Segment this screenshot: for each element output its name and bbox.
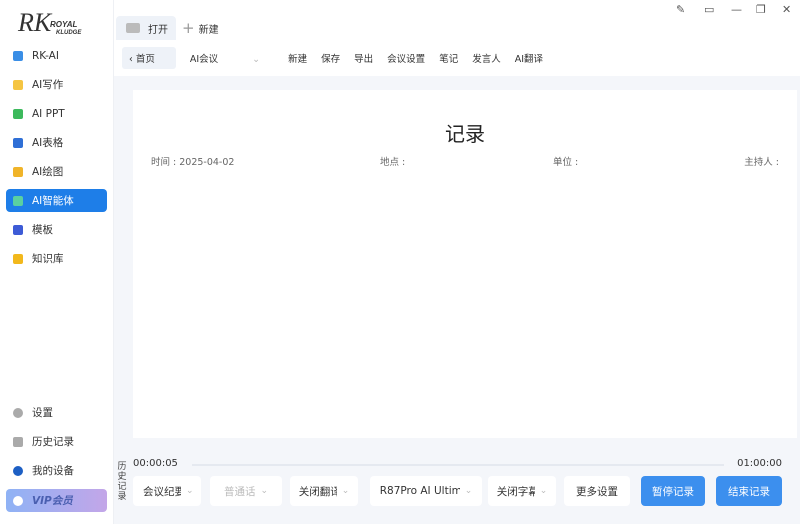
- sidebar-item-label: 设置: [32, 407, 53, 419]
- sidebar-item-3[interactable]: AI表格: [6, 131, 107, 154]
- gear-icon: [13, 407, 23, 418]
- more-settings-button[interactable]: 更多设置: [564, 476, 630, 506]
- titlebar: 打开 + 新建 ✎ ▭ — ❐ ✕: [114, 0, 800, 40]
- current-time: 00:00:05: [133, 458, 178, 469]
- plus-icon: +: [182, 19, 195, 37]
- doc-host: 主持人 :: [744, 157, 779, 168]
- toolbar-item[interactable]: 保存: [321, 54, 340, 65]
- sidebar-item-label: AI表格: [32, 137, 64, 149]
- device-select[interactable]: R87Pro AI Ultimate ⌄: [370, 476, 482, 506]
- folder-icon: [126, 23, 140, 33]
- sidebar-item-devices[interactable]: 我的设备: [6, 459, 107, 482]
- toolbar-item[interactable]: 导出: [354, 54, 373, 65]
- chevron-down-icon: ⌄: [252, 54, 261, 65]
- sidebar-item-5[interactable]: AI智能体: [6, 189, 107, 212]
- sidebar-item-label: AI写作: [32, 79, 64, 91]
- doc-place: 地点 :: [380, 157, 406, 168]
- home-label: 首页: [135, 54, 155, 65]
- toolbar-item[interactable]: 会议设置: [387, 54, 425, 65]
- vip-label: VIP会员: [32, 495, 73, 507]
- history-icon: [13, 436, 23, 447]
- sidebar-item-label: 我的设备: [32, 465, 74, 477]
- doc-title: 记录: [445, 122, 485, 146]
- sidebar-item-label: RK-AI: [32, 49, 59, 62]
- select-label: 会议纪要: [143, 485, 181, 498]
- sidebar: RK ROYAL KLUDGE RK-AI AI写作 AI PPT AI表格 AI绘图 A…: [0, 0, 114, 524]
- meeting-select[interactable]: AI会议 ⌄: [190, 51, 274, 65]
- logo-line1: ROYAL: [50, 20, 78, 29]
- logo-main: RK: [18, 8, 52, 37]
- app-icon: [13, 224, 23, 235]
- main: 打开 + 新建 ✎ ▭ — ❐ ✕ ‹ 首页 AI会议 ⌄ 新建 保存 导出 会议设置 笔记…: [114, 0, 800, 524]
- document[interactable]: 记录 时间 : 2025-04-02 地点 : 单位 : 主持人 :: [133, 90, 797, 438]
- subtitle-select[interactable]: 关闭字幕 ⌄: [488, 476, 556, 506]
- chevron-down-icon: ⌄: [260, 486, 269, 496]
- sidebar-item-label: 模板: [32, 224, 53, 236]
- home-button[interactable]: ‹ 首页: [122, 47, 176, 69]
- end-record-button[interactable]: 结束记录: [716, 476, 782, 506]
- app-icon: [13, 50, 23, 61]
- toolbar-item[interactable]: 笔记: [439, 54, 458, 65]
- sidebar-item-4[interactable]: AI绘图: [6, 160, 107, 183]
- chevron-down-icon: ⌄: [539, 486, 548, 496]
- sidebar-item-1[interactable]: AI写作: [6, 73, 107, 96]
- minimize-icon[interactable]: —: [731, 3, 742, 16]
- tab-open[interactable]: 打开: [116, 16, 176, 40]
- app-icon: [13, 166, 23, 177]
- app-icon: [13, 79, 23, 90]
- select-label: R87Pro AI Ultimate: [379, 485, 460, 497]
- app-icon: [13, 137, 23, 148]
- sidebar-item-label: 历史记录: [32, 436, 74, 448]
- logo: RK ROYAL KLUDGE: [18, 8, 98, 42]
- app-icon: [13, 253, 23, 264]
- device-icon: [13, 465, 23, 476]
- sidebar-item-label: AI PPT: [32, 107, 65, 120]
- chevron-down-icon: ⌄: [341, 486, 350, 496]
- close-icon[interactable]: ✕: [782, 3, 791, 16]
- summary-select[interactable]: 会议纪要 ⌄: [133, 476, 201, 506]
- history-toggle[interactable]: 历史记录: [116, 462, 128, 502]
- toolbar: ‹ 首页 AI会议 ⌄ 新建 保存 导出 会议设置 笔记 发言人 AI翻译: [114, 40, 800, 76]
- translate-select[interactable]: 关闭翻译 ⌄: [290, 476, 358, 506]
- sidebar-item-2[interactable]: AI PPT: [6, 102, 107, 125]
- language-select[interactable]: 普通话 ⌄: [210, 476, 282, 506]
- meeting-label: AI会议: [189, 54, 219, 65]
- logo-line2: KLUDGE: [56, 30, 82, 36]
- sidebar-item-0[interactable]: RK-AI: [6, 44, 107, 67]
- user-icon: [13, 495, 23, 506]
- select-label: 普通话: [223, 485, 256, 498]
- sidebar-item-history[interactable]: 历史记录: [6, 430, 107, 453]
- doc-unit: 单位 :: [553, 157, 579, 168]
- toolbar-item[interactable]: AI翻译: [515, 54, 543, 65]
- control-bar: 历史记录 00:00:05 01:00:00 会议纪要 ⌄ 普通话 ⌄ 关闭翻译 ⌄ …: [114, 450, 800, 524]
- select-label: 关闭字幕: [496, 485, 535, 498]
- chevron-down-icon: ⌄: [464, 486, 473, 496]
- app-icon: [13, 195, 23, 206]
- edit-icon[interactable]: ✎: [676, 3, 685, 16]
- tab-label: 打开: [148, 24, 168, 36]
- chevron-down-icon: ⌄: [186, 486, 194, 496]
- total-time: 01:00:00: [737, 458, 782, 469]
- tab-new[interactable]: + 新建: [182, 16, 219, 40]
- select-label: 关闭翻译: [298, 485, 337, 498]
- vip-button[interactable]: VIP会员: [6, 489, 107, 512]
- pause-record-button[interactable]: 暂停记录: [641, 476, 705, 506]
- feedback-icon[interactable]: ▭: [704, 3, 714, 16]
- sidebar-item-label: AI智能体: [32, 195, 74, 207]
- sidebar-item-6[interactable]: 模板: [6, 218, 107, 241]
- sidebar-item-settings[interactable]: 设置: [6, 401, 107, 424]
- sidebar-item-7[interactable]: 知识库: [6, 247, 107, 270]
- restore-icon[interactable]: ❐: [756, 3, 766, 16]
- doc-time: 时间 : 2025-04-02: [151, 157, 235, 168]
- sidebar-item-label: 知识库: [32, 253, 64, 265]
- app-icon: [13, 108, 23, 119]
- toolbar-item[interactable]: 新建: [288, 54, 307, 65]
- sidebar-item-label: AI绘图: [32, 166, 64, 178]
- tab-label: 新建: [198, 24, 219, 36]
- toolbar-item[interactable]: 发言人: [472, 54, 501, 65]
- progress-slider[interactable]: [192, 464, 724, 466]
